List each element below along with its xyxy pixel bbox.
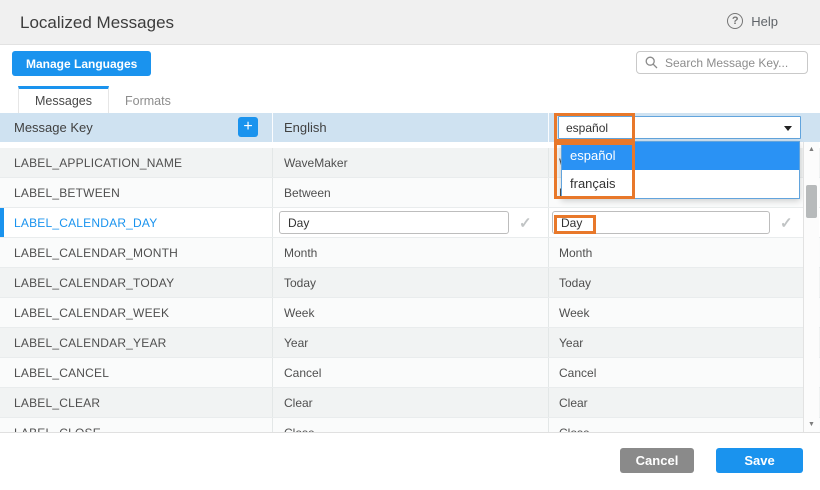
search-input[interactable]	[636, 51, 808, 74]
help-button[interactable]: Help	[727, 13, 778, 29]
confirm-check-icon	[780, 214, 793, 232]
row-english-value: WaveMaker	[272, 148, 548, 177]
help-label: Help	[751, 14, 778, 29]
row-message-key: LABEL_CLEAR	[0, 388, 272, 417]
row-english-value: Between	[272, 178, 548, 207]
language-select[interactable]: español	[558, 116, 801, 139]
row-english-value: Clear	[272, 388, 548, 417]
row-english-value: Cancel	[272, 358, 548, 387]
row-language-value: Today	[548, 268, 820, 297]
page-title: Localized Messages	[20, 13, 174, 33]
help-icon	[727, 13, 743, 29]
table-row[interactable]: LABEL_CALENDAR_TODAY Today Today	[0, 268, 820, 298]
table-row[interactable]: LABEL_CALENDAR_WEEK Week Week	[0, 298, 820, 328]
table-row[interactable]: LABEL_CANCEL Cancel Cancel	[0, 358, 820, 388]
column-header-message-key: Message Key	[0, 113, 272, 142]
table-scrollbar[interactable]	[803, 142, 819, 433]
manage-languages-button[interactable]: Manage Languages	[12, 51, 151, 76]
row-message-key: LABEL_CALENDAR_YEAR	[0, 328, 272, 357]
scroll-up-arrow-icon[interactable]	[804, 144, 819, 156]
table-row[interactable]: LABEL_CALENDAR_MONTH Month Month	[0, 238, 820, 268]
row-language-value: Month	[548, 238, 820, 267]
row-language-value: Clear	[548, 388, 820, 417]
row-english-value: Month	[272, 238, 548, 267]
row-language-value: Year	[548, 328, 820, 357]
confirm-check-icon	[519, 214, 532, 232]
row-message-key: LABEL_CLOSE	[0, 418, 272, 433]
language-select-value: español	[566, 121, 608, 135]
cancel-button[interactable]: Cancel	[620, 448, 694, 473]
dialog-titlebar: Localized Messages Help	[0, 0, 820, 45]
language-dropdown-panel: español français	[561, 141, 800, 199]
table-row[interactable]: LABEL_CLOSE Close Close	[0, 418, 820, 433]
language-value-input[interactable]	[552, 211, 770, 234]
messages-table: Message Key English español LABEL_APPLIC…	[0, 113, 820, 433]
row-message-key: LABEL_CALENDAR_WEEK	[0, 298, 272, 327]
row-message-key: LABEL_CALENDAR_DAY	[0, 208, 272, 237]
row-language-value: Cancel	[548, 358, 820, 387]
table-row[interactable]: LABEL_CLEAR Clear Clear	[0, 388, 820, 418]
language-option-espanol[interactable]: español	[562, 142, 799, 170]
row-language-value: Close	[548, 418, 820, 433]
tab-bar: Messages Formats	[18, 86, 187, 113]
search-icon	[645, 56, 658, 69]
save-button[interactable]: Save	[716, 448, 803, 473]
table-row[interactable]: LABEL_CALENDAR_DAY Day Day	[0, 208, 820, 238]
row-english-value: Day	[272, 208, 548, 237]
row-message-key: LABEL_CANCEL	[0, 358, 272, 387]
scrollbar-thumb[interactable]	[806, 185, 817, 218]
row-english-value: Today	[272, 268, 548, 297]
table-header: Message Key English español	[0, 113, 820, 142]
add-message-key-button[interactable]	[238, 117, 258, 137]
column-header-language: español	[548, 113, 820, 142]
row-message-key: LABEL_CALENDAR_TODAY	[0, 268, 272, 297]
row-message-key: LABEL_BETWEEN	[0, 178, 272, 207]
localized-messages-dialog: Localized Messages Help Manage Languages…	[0, 0, 820, 490]
row-english-value: Year	[272, 328, 548, 357]
row-message-key: LABEL_CALENDAR_MONTH	[0, 238, 272, 267]
row-message-key: LABEL_APPLICATION_NAME	[0, 148, 272, 177]
column-header-english: English	[272, 113, 548, 142]
table-row[interactable]: LABEL_CALENDAR_YEAR Year Year	[0, 328, 820, 358]
tab-formats[interactable]: Formats	[109, 86, 187, 113]
row-language-value: Week	[548, 298, 820, 327]
row-english-value: Close	[272, 418, 548, 433]
english-value-input[interactable]	[279, 211, 509, 234]
row-language-value: Day	[548, 208, 820, 237]
chevron-down-icon	[784, 126, 792, 131]
search-box	[636, 51, 808, 74]
row-english-value: Week	[272, 298, 548, 327]
language-option-francais[interactable]: français	[562, 170, 799, 198]
scroll-down-arrow-icon[interactable]	[804, 419, 819, 431]
tab-messages[interactable]: Messages	[18, 86, 109, 113]
